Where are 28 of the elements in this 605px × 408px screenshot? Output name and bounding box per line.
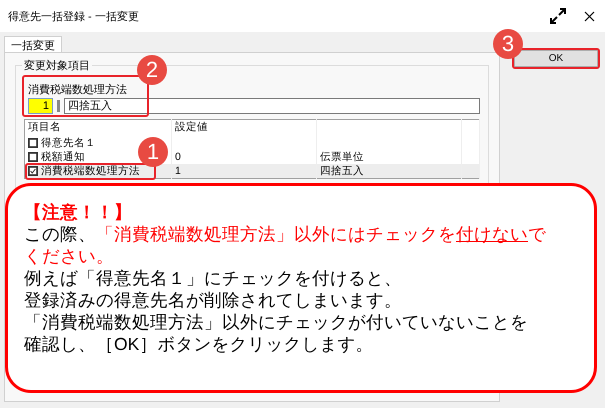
item-name: 税額通知 — [41, 152, 85, 162]
item-name: 得意先名１ — [41, 138, 96, 148]
close-icon[interactable] — [584, 10, 595, 22]
column-header: 項目名 — [24, 120, 172, 136]
notice-heading: 【注意！！】 — [24, 201, 133, 223]
table-cell: 1 — [175, 165, 181, 177]
group-title: 変更対象項目 — [22, 58, 92, 73]
tab[interactable]: 一括変更 — [4, 36, 62, 52]
table-cell: 伝票単位 — [320, 151, 364, 163]
notice-text: 登録済みの得意先名が削除されてしまいます。 — [24, 289, 403, 311]
notice-text: ください。 — [24, 245, 115, 267]
field-label: 消費税端数処理方法 — [28, 83, 127, 97]
ok-button[interactable]: OK — [514, 50, 598, 67]
notice-text: 確認し、［OK］ボタンをクリックします。 — [24, 333, 374, 355]
code-field[interactable]: 1 — [28, 98, 53, 114]
column-header: 設定値 — [172, 120, 316, 136]
table-cell: 0 — [175, 151, 181, 163]
item-name: 消費税端数処理方法 — [41, 166, 140, 176]
notice-text: この際、「消費税端数処理方法」以外にはチェックを付けないで — [24, 223, 547, 245]
checkbox[interactable] — [28, 152, 38, 162]
expand-icon[interactable] — [550, 8, 566, 24]
notice-text: 例えば「得意先名１」にチェックを付けると、 — [24, 267, 403, 289]
table-cell: 四捨五入 — [320, 165, 364, 177]
checkbox[interactable] — [28, 138, 38, 148]
notice-text: 「消費税端数処理方法」以外にチェックが付いていないことを — [24, 311, 529, 333]
value-field[interactable]: 四捨五入 — [64, 98, 480, 114]
checkbox[interactable] — [28, 166, 38, 176]
window-title: 得意先一括登録 - 一括変更 — [8, 10, 140, 24]
